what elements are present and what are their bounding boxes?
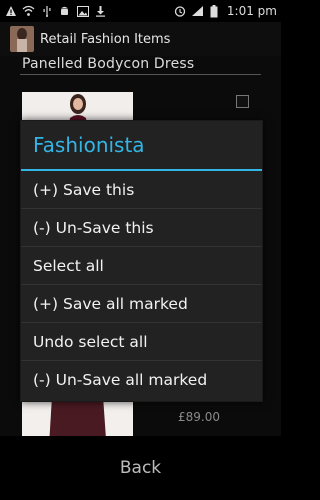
menu-item-unsave-all-marked[interactable]: (-) Un-Save all marked <box>21 361 262 398</box>
menu-item-select-all[interactable]: Select all <box>21 247 262 285</box>
title-divider <box>20 74 261 75</box>
bottom-bar: Back <box>0 436 281 500</box>
alarm-icon <box>174 5 187 18</box>
app-logo-icon[interactable] <box>10 26 34 52</box>
menu-item-undo-select-all[interactable]: Undo select all <box>21 323 262 361</box>
status-notifications <box>0 5 107 18</box>
product-title[interactable]: Panelled Bodycon Dress <box>22 56 194 72</box>
dialog-title: Fashionista <box>33 133 145 157</box>
back-button[interactable]: Back <box>120 458 161 478</box>
image-icon <box>76 5 89 18</box>
download-icon <box>94 5 107 18</box>
wifi-icon <box>22 5 35 18</box>
warning-icon <box>4 5 17 18</box>
app-title: Retail Fashion Items <box>40 31 171 47</box>
android-icon <box>58 5 71 18</box>
menu-item-save-this[interactable]: (+) Save this <box>21 171 262 209</box>
signal-icon <box>191 5 204 18</box>
menu-item-save-all-marked[interactable]: (+) Save all marked <box>21 285 262 323</box>
menu-item-unsave-this[interactable]: (-) Un-Save this <box>21 209 262 247</box>
select-checkbox[interactable] <box>236 95 249 108</box>
usb-icon <box>40 5 53 18</box>
battery-icon <box>208 4 221 18</box>
product-price: £89.00 <box>178 410 220 424</box>
action-bar: Retail Fashion Items <box>0 22 281 57</box>
context-menu-dialog: Fashionista (+) Save this (-) Un-Save th… <box>20 120 263 402</box>
status-system: 1:01 pm <box>174 0 277 22</box>
status-time: 1:01 pm <box>226 4 277 18</box>
status-bar: 1:01 pm <box>0 0 281 22</box>
